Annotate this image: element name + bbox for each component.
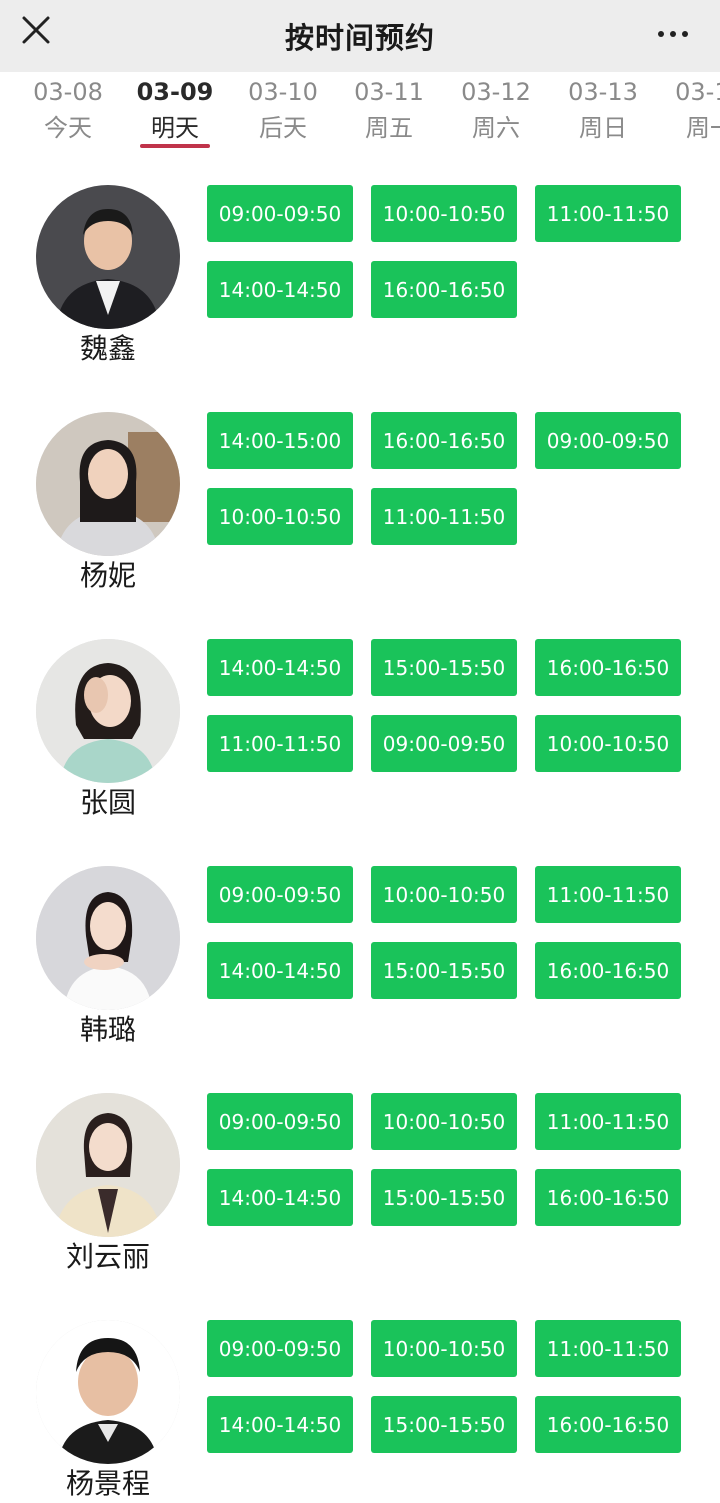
doctor-card: 魏鑫 09:00-09:50 10:00-10:50 11:00-11:50 1… bbox=[0, 152, 720, 379]
avatar[interactable] bbox=[36, 1320, 180, 1464]
time-slot-button[interactable]: 11:00-11:50 bbox=[535, 1093, 681, 1150]
time-slot-button[interactable]: 09:00-09:50 bbox=[207, 1093, 353, 1150]
time-slot-button[interactable]: 10:00-10:50 bbox=[371, 866, 517, 923]
avatar-portrait-icon bbox=[36, 412, 180, 556]
tab-day: 后天 bbox=[259, 114, 307, 142]
doctor-name: 杨景程 bbox=[65, 1467, 150, 1500]
time-slot-button[interactable]: 14:00-14:50 bbox=[207, 261, 353, 318]
avatar[interactable] bbox=[36, 1093, 180, 1237]
date-tab[interactable]: 03-13 周日 bbox=[553, 72, 653, 152]
avatar-portrait-icon bbox=[36, 185, 180, 329]
avatar-portrait-icon bbox=[36, 1093, 180, 1237]
active-tab-indicator bbox=[140, 144, 210, 148]
time-slot-button[interactable]: 09:00-09:50 bbox=[207, 1320, 353, 1377]
more-button[interactable] bbox=[648, 14, 698, 54]
doctor-name: 魏鑫 bbox=[79, 332, 136, 365]
tab-date: 03-09 bbox=[136, 78, 214, 106]
time-slot-button[interactable]: 10:00-10:50 bbox=[371, 1320, 517, 1377]
tab-day: 周五 bbox=[365, 114, 413, 142]
tab-day: 周六 bbox=[472, 114, 520, 142]
date-tab[interactable]: 03-11 周五 bbox=[339, 72, 439, 152]
date-tab[interactable]: 03-10 后天 bbox=[233, 72, 333, 152]
tab-day: 周日 bbox=[579, 114, 627, 142]
time-slot-button[interactable]: 10:00-10:50 bbox=[371, 185, 517, 242]
time-slot-button[interactable]: 16:00-16:50 bbox=[535, 1396, 681, 1453]
time-slot-button[interactable]: 16:00-16:50 bbox=[535, 639, 681, 696]
more-icon-dot bbox=[658, 31, 664, 37]
time-slot-button[interactable]: 14:00-14:50 bbox=[207, 639, 353, 696]
time-slot-button[interactable]: 09:00-09:50 bbox=[207, 866, 353, 923]
time-slot-button[interactable]: 15:00-15:50 bbox=[371, 639, 517, 696]
close-button[interactable] bbox=[14, 12, 58, 56]
time-slot-button[interactable]: 14:00-14:50 bbox=[207, 1169, 353, 1226]
time-slot-button[interactable]: 10:00-10:50 bbox=[207, 488, 353, 545]
time-slot-button[interactable]: 10:00-10:50 bbox=[371, 1093, 517, 1150]
avatar[interactable] bbox=[36, 412, 180, 556]
time-slot-button[interactable]: 09:00-09:50 bbox=[371, 715, 517, 772]
time-slot-button[interactable]: 11:00-11:50 bbox=[371, 488, 517, 545]
doctor-card: 杨景程 09:00-09:50 10:00-10:50 11:00-11:50 … bbox=[0, 1287, 720, 1503]
doctor-name: 刘云丽 bbox=[65, 1240, 150, 1273]
tab-date: 03-11 bbox=[354, 78, 424, 106]
date-tab[interactable]: 03-12 周六 bbox=[446, 72, 546, 152]
tab-date: 03-10 bbox=[248, 78, 318, 106]
date-tab[interactable]: 03-08 今天 bbox=[18, 72, 118, 152]
tab-date: 03-13 bbox=[568, 78, 638, 106]
time-slot-button[interactable]: 09:00-09:50 bbox=[207, 185, 353, 242]
date-tab[interactable]: 03-14 周一 bbox=[660, 72, 720, 152]
time-slot-button[interactable]: 14:00-14:50 bbox=[207, 942, 353, 999]
time-slot-button[interactable]: 14:00-15:00 bbox=[207, 412, 353, 469]
time-slot-button[interactable]: 16:00-16:50 bbox=[535, 942, 681, 999]
time-slot-button[interactable]: 15:00-15:50 bbox=[371, 1169, 517, 1226]
close-icon bbox=[22, 16, 50, 44]
doctor-card: 张圆 14:00-14:50 15:00-15:50 16:00-16:50 1… bbox=[0, 606, 720, 833]
time-slot-button[interactable]: 11:00-11:50 bbox=[535, 185, 681, 242]
doctor-name: 杨妮 bbox=[79, 559, 136, 592]
more-icon-dot bbox=[682, 31, 688, 37]
tab-date: 03-14 bbox=[675, 78, 720, 106]
doctor-name: 韩璐 bbox=[79, 1013, 136, 1046]
page-title: 按时间预约 bbox=[284, 21, 435, 55]
doctor-card: 韩璐 09:00-09:50 10:00-10:50 11:00-11:50 1… bbox=[0, 833, 720, 1060]
time-slot-button[interactable]: 10:00-10:50 bbox=[535, 715, 681, 772]
time-slot-button[interactable]: 14:00-14:50 bbox=[207, 1396, 353, 1453]
tab-day: 今天 bbox=[44, 114, 92, 142]
time-slot-button[interactable]: 09:00-09:50 bbox=[535, 412, 681, 469]
avatar[interactable] bbox=[36, 185, 180, 329]
title-bar: 按时间预约 bbox=[0, 0, 720, 72]
time-slot-button[interactable]: 16:00-16:50 bbox=[371, 412, 517, 469]
avatar-portrait-icon bbox=[36, 1320, 180, 1464]
time-slot-button[interactable]: 11:00-11:50 bbox=[207, 715, 353, 772]
doctor-name: 张圆 bbox=[79, 786, 136, 819]
time-slot-button[interactable]: 15:00-15:50 bbox=[371, 942, 517, 999]
avatar-portrait-icon bbox=[36, 866, 180, 1010]
more-icon-dot bbox=[670, 31, 676, 37]
doctor-card: 杨妮 14:00-15:00 16:00-16:50 09:00-09:50 1… bbox=[0, 379, 720, 606]
avatar[interactable] bbox=[36, 866, 180, 1010]
time-slot-button[interactable]: 16:00-16:50 bbox=[371, 261, 517, 318]
time-slot-button[interactable]: 11:00-11:50 bbox=[535, 866, 681, 923]
time-slot-button[interactable]: 11:00-11:50 bbox=[535, 1320, 681, 1377]
tab-day: 周一 bbox=[686, 114, 720, 142]
time-slot-button[interactable]: 15:00-15:50 bbox=[371, 1396, 517, 1453]
tab-date: 03-08 bbox=[33, 78, 103, 106]
tab-day: 明天 bbox=[151, 114, 199, 142]
tab-date: 03-12 bbox=[461, 78, 531, 106]
date-tab[interactable]: 03-09 明天 bbox=[125, 72, 225, 152]
date-tabs: 03-08 今天 03-09 明天 03-10 后天 03-11 周五 03-1… bbox=[0, 72, 720, 152]
time-slot-button[interactable]: 16:00-16:50 bbox=[535, 1169, 681, 1226]
avatar-portrait-icon bbox=[36, 639, 180, 783]
doctor-card: 刘云丽 09:00-09:50 10:00-10:50 11:00-11:50 … bbox=[0, 1060, 720, 1287]
avatar[interactable] bbox=[36, 639, 180, 783]
